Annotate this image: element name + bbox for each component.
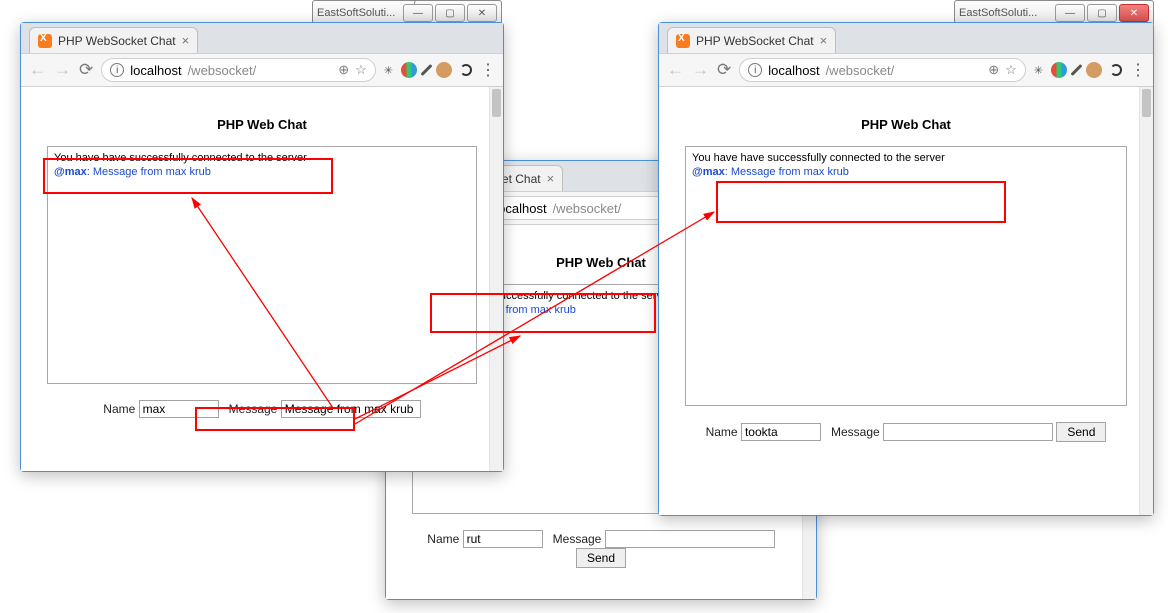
tab-close-icon[interactable]: × xyxy=(547,171,555,186)
scrollbar-thumb[interactable] xyxy=(492,89,501,117)
ext-icon[interactable] xyxy=(436,62,452,78)
name-label: Name xyxy=(706,425,738,439)
chat-form: Name Message Send xyxy=(685,422,1127,442)
titlebar-label: EastSoftSoluti... xyxy=(317,7,395,19)
site-info-icon[interactable]: i xyxy=(110,63,124,77)
annotation-box xyxy=(43,158,333,194)
tab-title: PHP WebSocket Chat xyxy=(696,34,814,48)
forward-button[interactable]: → xyxy=(54,60,71,80)
browser-window-3: PHP WebSocket Chat × ← → ⟳ i localhost/w… xyxy=(658,22,1154,516)
annotation-box xyxy=(430,293,656,333)
os-close-button[interactable]: ✕ xyxy=(467,4,497,22)
name-label: Name xyxy=(103,402,135,416)
status-message: You have have successfully connected to … xyxy=(692,151,1120,165)
os-min-button[interactable]: — xyxy=(403,4,433,22)
browser-menu-icon[interactable]: ⋮ xyxy=(1130,60,1145,80)
omnibox[interactable]: i localhost/websocket/ ⊕ ☆ xyxy=(101,58,376,82)
tabstrip: PHP WebSocket Chat × xyxy=(21,23,503,53)
xampp-icon xyxy=(38,34,52,48)
ext-icon[interactable] xyxy=(1086,62,1102,78)
scrollbar[interactable] xyxy=(489,87,503,471)
ext-icon[interactable] xyxy=(401,62,417,78)
site-info-icon[interactable]: i xyxy=(748,63,762,77)
message-label: Message xyxy=(553,532,602,546)
zoom-icon[interactable]: ⊕ xyxy=(988,62,999,78)
ext-icon[interactable] xyxy=(460,64,472,76)
name-label: Name xyxy=(427,532,459,546)
forward-button[interactable]: → xyxy=(692,60,709,80)
url-path: /websocket/ xyxy=(826,63,895,78)
url-host: localhost xyxy=(130,63,181,78)
message-label: Message xyxy=(831,425,880,439)
star-icon[interactable]: ☆ xyxy=(355,62,367,78)
scrollbar-thumb[interactable] xyxy=(1142,89,1151,117)
tab-close-icon[interactable]: × xyxy=(820,33,828,48)
extensions: ✳ xyxy=(384,62,472,78)
reload-button[interactable]: ⟳ xyxy=(717,60,731,80)
browser-tab[interactable]: PHP WebSocket Chat × xyxy=(29,27,198,53)
message-input[interactable] xyxy=(605,530,775,548)
ext-icon[interactable] xyxy=(1110,64,1122,76)
omnibox[interactable]: i localhost/websocket/ ⊕ ☆ xyxy=(739,58,1026,82)
address-bar: ← → ⟳ i localhost/websocket/ ⊕ ☆ ✳ ⋮ xyxy=(21,53,503,87)
tabstrip: PHP WebSocket Chat × xyxy=(659,23,1153,53)
os-max-button[interactable]: ▢ xyxy=(1087,4,1117,22)
reload-button[interactable]: ⟳ xyxy=(79,60,93,80)
send-button[interactable]: Send xyxy=(1056,422,1106,442)
ext-icon[interactable] xyxy=(1070,64,1082,76)
page-content: PHP Web Chat You have have successfully … xyxy=(659,87,1153,515)
os-close-button[interactable]: ✕ xyxy=(1119,4,1149,22)
page-title: PHP Web Chat xyxy=(685,117,1127,132)
zoom-icon[interactable]: ⊕ xyxy=(338,62,349,78)
back-button[interactable]: ← xyxy=(667,60,684,80)
chat-form: Name Message Send xyxy=(412,530,790,568)
page-title: PHP Web Chat xyxy=(47,117,477,132)
titlebar-label: EastSoftSoluti... xyxy=(959,7,1037,19)
url-path: /websocket/ xyxy=(553,201,622,216)
chat-message: @max: Message from max krub xyxy=(692,165,1120,179)
send-button[interactable]: Send xyxy=(576,548,626,568)
message-input[interactable] xyxy=(883,423,1053,441)
browser-menu-icon[interactable]: ⋮ xyxy=(480,60,495,80)
scrollbar[interactable] xyxy=(1139,87,1153,515)
name-input[interactable] xyxy=(741,423,821,441)
address-bar: ← → ⟳ i localhost/websocket/ ⊕ ☆ ✳ ⋮ xyxy=(659,53,1153,87)
xampp-icon xyxy=(676,34,690,48)
star-icon[interactable]: ☆ xyxy=(1005,62,1017,78)
tab-title: PHP WebSocket Chat xyxy=(58,34,176,48)
os-min-button[interactable]: — xyxy=(1055,4,1085,22)
browser-tab[interactable]: PHP WebSocket Chat × xyxy=(667,27,836,53)
name-input[interactable] xyxy=(463,530,543,548)
browser-window-1: PHP WebSocket Chat × ← → ⟳ i localhost/w… xyxy=(20,22,504,472)
url-path: /websocket/ xyxy=(188,63,257,78)
tab-close-icon[interactable]: × xyxy=(182,33,190,48)
url-host: localhost xyxy=(768,63,819,78)
ext-icon[interactable] xyxy=(420,64,432,76)
ext-icon[interactable] xyxy=(1051,62,1067,78)
extensions: ✳ xyxy=(1034,62,1122,78)
os-max-button[interactable]: ▢ xyxy=(435,4,465,22)
back-button[interactable]: ← xyxy=(29,60,46,80)
annotation-box xyxy=(195,407,355,431)
annotation-box xyxy=(716,181,1006,223)
